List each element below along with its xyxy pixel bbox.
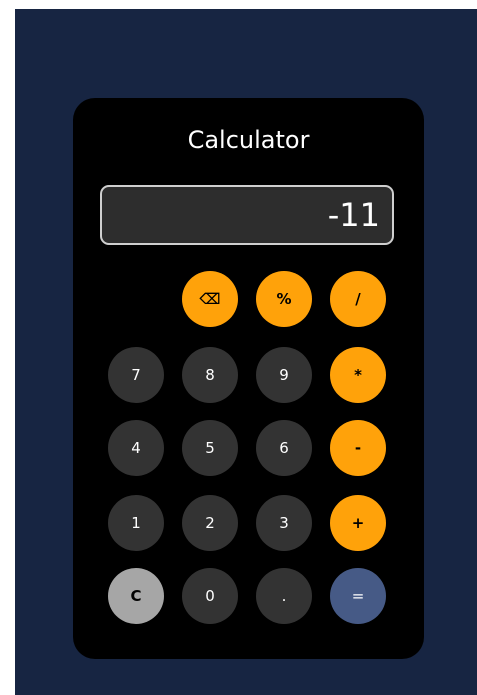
equals-button[interactable]: = xyxy=(330,568,386,624)
digit-9-button[interactable]: 9 xyxy=(256,347,312,403)
digit-2-button[interactable]: 2 xyxy=(182,495,238,551)
digit-5-button[interactable]: 5 xyxy=(182,420,238,476)
digit-4-button[interactable]: 4 xyxy=(108,420,164,476)
digit-0-button[interactable]: 0 xyxy=(182,568,238,624)
digit-8-button[interactable]: 8 xyxy=(182,347,238,403)
digit-1-button[interactable]: 1 xyxy=(108,495,164,551)
clear-button[interactable]: C xyxy=(108,568,164,624)
subtract-button[interactable]: - xyxy=(330,420,386,476)
backspace-button[interactable]: ⌫ xyxy=(182,271,238,327)
calculator-title: Calculator xyxy=(187,126,310,154)
divide-button[interactable]: / xyxy=(330,271,386,327)
digit-6-button[interactable]: 6 xyxy=(256,420,312,476)
multiply-button[interactable]: * xyxy=(330,347,386,403)
digit-7-button[interactable]: 7 xyxy=(108,347,164,403)
decimal-button[interactable]: . xyxy=(256,568,312,624)
percent-button[interactable]: % xyxy=(256,271,312,327)
digit-3-button[interactable]: 3 xyxy=(256,495,312,551)
display-screen: -11 xyxy=(100,185,394,245)
add-button[interactable]: + xyxy=(330,495,386,551)
calculator: Calculator -11 ⌫ % / 7 8 9 * 4 5 6 - 1 2… xyxy=(73,98,424,659)
